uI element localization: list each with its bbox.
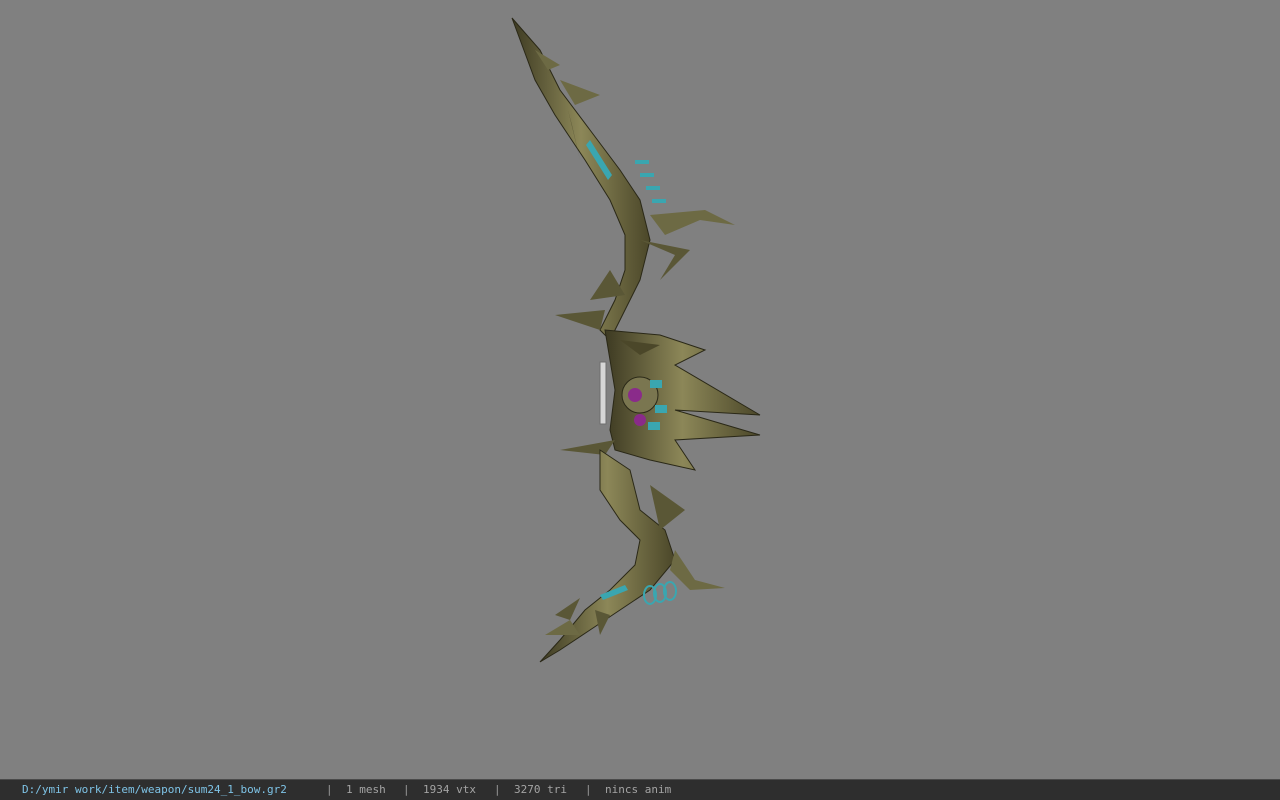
file-path: D:/ymir work/item/weapon/sum24_1_bow.gr2 <box>22 783 287 796</box>
separator: | <box>585 783 592 796</box>
mesh-count: 1 mesh <box>346 783 386 796</box>
separator: | <box>403 783 410 796</box>
vertex-count: 1934 vtx <box>423 783 476 796</box>
status-bar: D:/ymir work/item/weapon/sum24_1_bow.gr2… <box>0 779 1280 800</box>
animation-status: nincs anim <box>605 783 672 796</box>
bow-model <box>511 17 761 663</box>
3d-viewport[interactable] <box>0 0 1280 779</box>
triangle-count: 3270 tri <box>514 783 567 796</box>
separator: | <box>326 783 333 796</box>
separator: | <box>494 783 501 796</box>
